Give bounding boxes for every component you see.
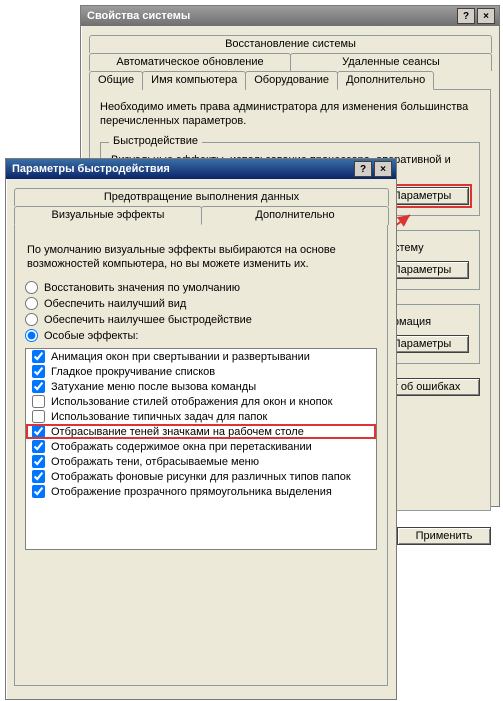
- perf-tabrow-2: Визуальные эффекты Дополнительно: [14, 205, 388, 224]
- visual-effects-list[interactable]: Анимация окон при свертывании и разверты…: [25, 348, 377, 550]
- visual-effect-label-1: Гладкое прокручивание списков: [51, 366, 215, 378]
- visual-effect-item-2[interactable]: Затухание меню после вызова команды: [26, 379, 376, 394]
- group-performance-legend: Быстродействие: [109, 135, 202, 147]
- sysprops-tabrow-2: Автоматическое обновление Удаленные сеан…: [89, 52, 491, 70]
- visual-effect-item-7[interactable]: Отображать тени, отбрасываемые меню: [26, 454, 376, 469]
- visual-effect-checkbox-9[interactable]: [32, 485, 45, 498]
- perf-radio-label-3: Особые эффекты:: [44, 330, 138, 342]
- perf-radio-input-0[interactable]: [25, 281, 38, 294]
- tab-remote[interactable]: Удаленные сеансы: [290, 53, 492, 71]
- performance-options-window: Параметры быстродействия ? × Предотвраще…: [5, 158, 397, 700]
- perf-help-button[interactable]: ?: [354, 161, 372, 177]
- visual-effect-checkbox-8[interactable]: [32, 470, 45, 483]
- perf-radio-input-3[interactable]: [25, 329, 38, 342]
- perf-intro-text: По умолчанию визуальные эффекты выбирают…: [27, 243, 375, 271]
- visual-effect-label-4: Использование типичных задач для папок: [51, 411, 267, 423]
- perf-tabrow-1: Предотвращение выполнения данных: [14, 187, 388, 205]
- perf-radio-input-2[interactable]: [25, 313, 38, 326]
- visual-effect-item-1[interactable]: Гладкое прокручивание списков: [26, 364, 376, 379]
- visual-effect-label-0: Анимация окон при свертывании и разверты…: [51, 351, 310, 363]
- close-button[interactable]: ×: [477, 8, 495, 24]
- tab-advanced[interactable]: Дополнительно: [337, 71, 434, 90]
- perf-radio-2[interactable]: Обеспечить наилучшее быстродействие: [25, 313, 377, 326]
- help-button[interactable]: ?: [457, 8, 475, 24]
- visual-effect-checkbox-7[interactable]: [32, 455, 45, 468]
- sysprops-intro: Необходимо иметь права администратора дл…: [100, 100, 480, 128]
- visual-effect-checkbox-5[interactable]: [32, 425, 45, 438]
- visual-effect-checkbox-6[interactable]: [32, 440, 45, 453]
- perf-radio-label-1: Обеспечить наилучший вид: [44, 298, 186, 310]
- visual-effect-checkbox-1[interactable]: [32, 365, 45, 378]
- visual-effect-checkbox-4[interactable]: [32, 410, 45, 423]
- perf-button-bar: OK Отмена Применить: [6, 694, 396, 701]
- tab-computer-name[interactable]: Имя компьютера: [142, 71, 246, 90]
- visual-effect-item-0[interactable]: Анимация окон при свертывании и разверты…: [26, 349, 376, 364]
- tab-dep[interactable]: Предотвращение выполнения данных: [14, 188, 389, 206]
- visual-effect-label-5: Отбрасывание теней значками на рабочем с…: [51, 426, 304, 438]
- visual-effect-checkbox-2[interactable]: [32, 380, 45, 393]
- system-properties-title: Свойства системы: [87, 10, 190, 22]
- visual-effect-item-9[interactable]: Отображение прозрачного прямоугольника в…: [26, 484, 376, 499]
- visual-effect-item-8[interactable]: Отображать фоновые рисунки для различных…: [26, 469, 376, 484]
- sysprops-apply-button[interactable]: Применить: [397, 527, 491, 545]
- sysprops-tabrow-3: Общие Имя компьютера Оборудование Дополн…: [89, 70, 491, 89]
- perf-radio-label-2: Обеспечить наилучшее быстродействие: [44, 314, 252, 326]
- visual-effect-checkbox-0[interactable]: [32, 350, 45, 363]
- visual-effect-label-6: Отображать содержимое окна при перетаски…: [51, 441, 312, 453]
- performance-options-titlebar: Параметры быстродействия ? ×: [6, 159, 396, 179]
- visual-effect-item-3[interactable]: Использование стилей отображения для око…: [26, 394, 376, 409]
- performance-options-body: Предотвращение выполнения данных Визуаль…: [6, 179, 396, 694]
- perf-radio-input-1[interactable]: [25, 297, 38, 310]
- performance-options-title: Параметры быстродействия: [12, 163, 170, 175]
- tab-general[interactable]: Общие: [89, 71, 143, 90]
- tab-hardware[interactable]: Оборудование: [245, 71, 338, 90]
- tab-visual-effects[interactable]: Визуальные эффекты: [14, 206, 202, 225]
- tab-perf-advanced[interactable]: Дополнительно: [201, 206, 389, 225]
- tab-system-restore[interactable]: Восстановление системы: [89, 35, 492, 53]
- perf-tabpage: По умолчанию визуальные эффекты выбирают…: [14, 224, 388, 686]
- perf-radio-group: Восстановить значения по умолчанию Обеспе…: [25, 281, 377, 342]
- perf-radio-label-0: Восстановить значения по умолчанию: [44, 282, 240, 294]
- perf-radio-0[interactable]: Восстановить значения по умолчанию: [25, 281, 377, 294]
- visual-effect-checkbox-3[interactable]: [32, 395, 45, 408]
- visual-effect-item-6[interactable]: Отображать содержимое окна при перетаски…: [26, 439, 376, 454]
- visual-effect-label-9: Отображение прозрачного прямоугольника в…: [51, 486, 332, 498]
- perf-close-button[interactable]: ×: [374, 161, 392, 177]
- system-properties-titlebar: Свойства системы ? ×: [81, 6, 499, 26]
- perf-radio-3[interactable]: Особые эффекты:: [25, 329, 377, 342]
- perf-radio-1[interactable]: Обеспечить наилучший вид: [25, 297, 377, 310]
- visual-effect-item-4[interactable]: Использование типичных задач для папок: [26, 409, 376, 424]
- visual-effect-label-3: Использование стилей отображения для око…: [51, 396, 332, 408]
- sysprops-tabrow-1: Восстановление системы: [89, 34, 491, 52]
- visual-effect-label-2: Затухание меню после вызова команды: [51, 381, 256, 393]
- visual-effect-label-7: Отображать тени, отбрасываемые меню: [51, 456, 259, 468]
- visual-effect-item-5[interactable]: Отбрасывание теней значками на рабочем с…: [26, 424, 376, 439]
- visual-effect-label-8: Отображать фоновые рисунки для различных…: [51, 471, 351, 483]
- tab-auto-update[interactable]: Автоматическое обновление: [89, 53, 291, 71]
